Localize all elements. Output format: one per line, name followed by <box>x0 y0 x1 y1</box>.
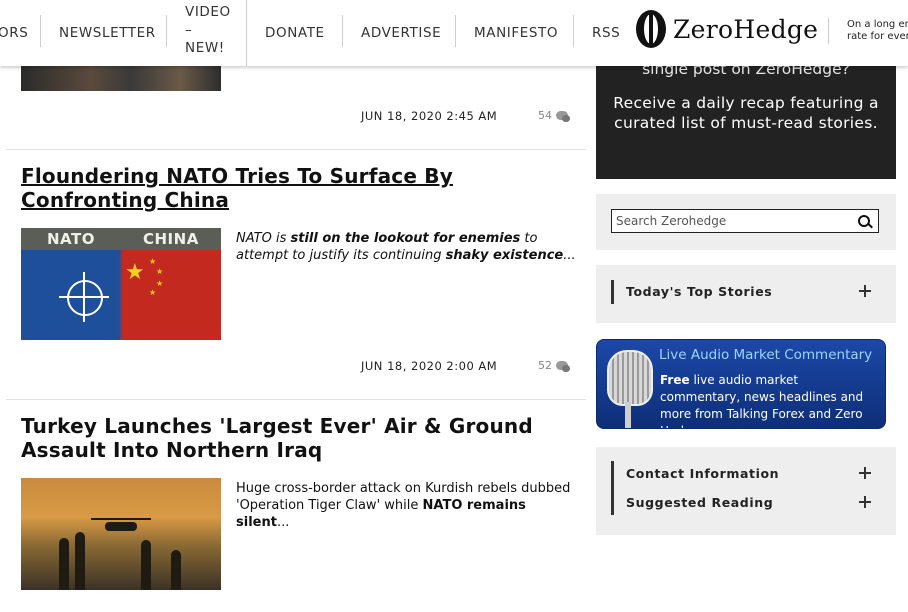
summary-text: ... <box>276 515 290 530</box>
article-summary: NATO is still on the lookout for enemies… <box>236 230 578 264</box>
article-title-nato[interactable]: Floundering NATO Tries To Surface By Con… <box>21 164 581 212</box>
nav-item-newsletter[interactable]: NEWSLETTER <box>59 0 156 66</box>
nav-video-line: NEW! <box>185 40 225 56</box>
nav-item-ors[interactable]: ORS <box>0 0 28 66</box>
search-icon[interactable] <box>858 215 870 227</box>
comment-bubble-icon <box>556 111 570 122</box>
nav-divider <box>166 15 167 47</box>
recap-text: Receive a daily recap featuring a curate… <box>613 94 879 132</box>
nav-divider <box>573 15 574 47</box>
comment-count-value: 52 <box>538 359 552 372</box>
tagline-line: On a long en <box>847 19 908 30</box>
article-date: JUN 18, 2020 2:45 AM <box>361 109 498 123</box>
audio-banner-text: Free live audio market commentary, news … <box>660 372 880 428</box>
soldier-silhouette <box>141 540 151 590</box>
article-summary: Huge cross-border attack on Kurdish rebe… <box>236 480 578 531</box>
logo-text: ZeroHedge <box>673 14 819 44</box>
article-title-turkey[interactable]: Turkey Launches 'Largest Ever' Air & Gro… <box>21 414 581 462</box>
zerohedge-logo-icon <box>636 10 666 48</box>
audio-banner-title: Live Audio Market Commentary <box>659 347 873 363</box>
article-image-turkey[interactable] <box>21 478 221 590</box>
image-label-nato: NATO <box>47 230 95 248</box>
live-audio-banner[interactable]: Live Audio Market Commentary Free live a… <box>596 339 886 429</box>
nav-item-manifesto[interactable]: MANIFESTO <box>474 0 558 66</box>
search-input[interactable] <box>611 209 879 233</box>
soldier-silhouette <box>171 550 181 590</box>
panel-accent-bar <box>611 280 614 304</box>
comment-count[interactable]: 54 <box>538 109 570 122</box>
china-flag-star-icon: ★ <box>149 288 157 297</box>
comment-bubble-icon <box>556 361 570 372</box>
expand-plus-icon[interactable] <box>859 467 871 479</box>
summary-text: NATO is <box>236 231 291 246</box>
top-stories-label: Today's Top Stories <box>626 284 773 299</box>
nav-divider <box>455 15 456 47</box>
daily-recap-promo[interactable]: single post on ZeroHedge? Receive a dail… <box>596 50 896 179</box>
nav-video-line: – <box>185 22 193 38</box>
site-tagline: On a long en rate for ever <box>847 19 908 43</box>
info-links-panel: Contact Information Suggested Reading <box>596 447 896 535</box>
nav-item-donate[interactable]: DONATE <box>265 0 325 66</box>
article-date: JUN 18, 2020 2:00 AM <box>361 359 498 373</box>
expand-plus-icon[interactable] <box>859 496 871 508</box>
nato-compass-icon <box>59 272 109 322</box>
summary-emphasis: shaky existence <box>445 248 564 263</box>
nav-divider <box>246 0 247 66</box>
helicopter-silhouette <box>91 518 151 531</box>
soldier-silhouette <box>59 538 69 590</box>
search-panel <box>596 194 896 250</box>
microphone-icon <box>607 350 653 406</box>
nav-item-advertise[interactable]: ADVERTISE <box>361 0 441 66</box>
microphone-stand <box>625 402 631 428</box>
article-image-nato-china[interactable]: NATO CHINA ★ ★ ★ ★ ★ <box>21 228 221 340</box>
audio-description: live audio market commentary, news headl… <box>660 373 864 428</box>
nav-video-line: VIDEO <box>185 4 231 20</box>
nav-divider <box>342 15 343 47</box>
summary-text: ... <box>563 248 576 263</box>
site-logo[interactable]: ZeroHedge <box>636 10 818 48</box>
contact-information-link[interactable]: Contact Information <box>626 466 779 481</box>
nav-divider <box>40 15 41 47</box>
summary-emphasis: still on the lookout for enemies <box>290 231 521 246</box>
suggested-reading-link[interactable]: Suggested Reading <box>626 495 773 510</box>
article-divider <box>6 149 586 150</box>
nav-item-rss[interactable]: RSS <box>592 0 620 66</box>
tagline-line: rate for ever <box>847 31 908 42</box>
comment-count[interactable]: 52 <box>538 359 570 372</box>
logo-divider <box>828 18 829 44</box>
china-flag-star-icon: ★ <box>149 257 157 266</box>
soldier-silhouette <box>75 532 85 590</box>
china-flag-star-icon: ★ <box>156 267 164 276</box>
china-flag-star-icon: ★ <box>125 260 145 285</box>
panel-accent-bar <box>611 461 614 515</box>
comment-count-value: 54 <box>538 109 552 122</box>
nav-item-video[interactable]: VIDEO – NEW! <box>185 3 231 57</box>
top-navigation: ORS NEWSLETTER VIDEO – NEW! DONATE ADVER… <box>0 0 908 66</box>
image-label-china: CHINA <box>143 230 199 248</box>
top-stories-panel[interactable]: Today's Top Stories <box>596 265 896 323</box>
china-flag-star-icon: ★ <box>156 279 164 288</box>
expand-plus-icon[interactable] <box>859 285 871 297</box>
article-divider <box>6 399 586 400</box>
audio-free-label: Free <box>660 373 690 387</box>
